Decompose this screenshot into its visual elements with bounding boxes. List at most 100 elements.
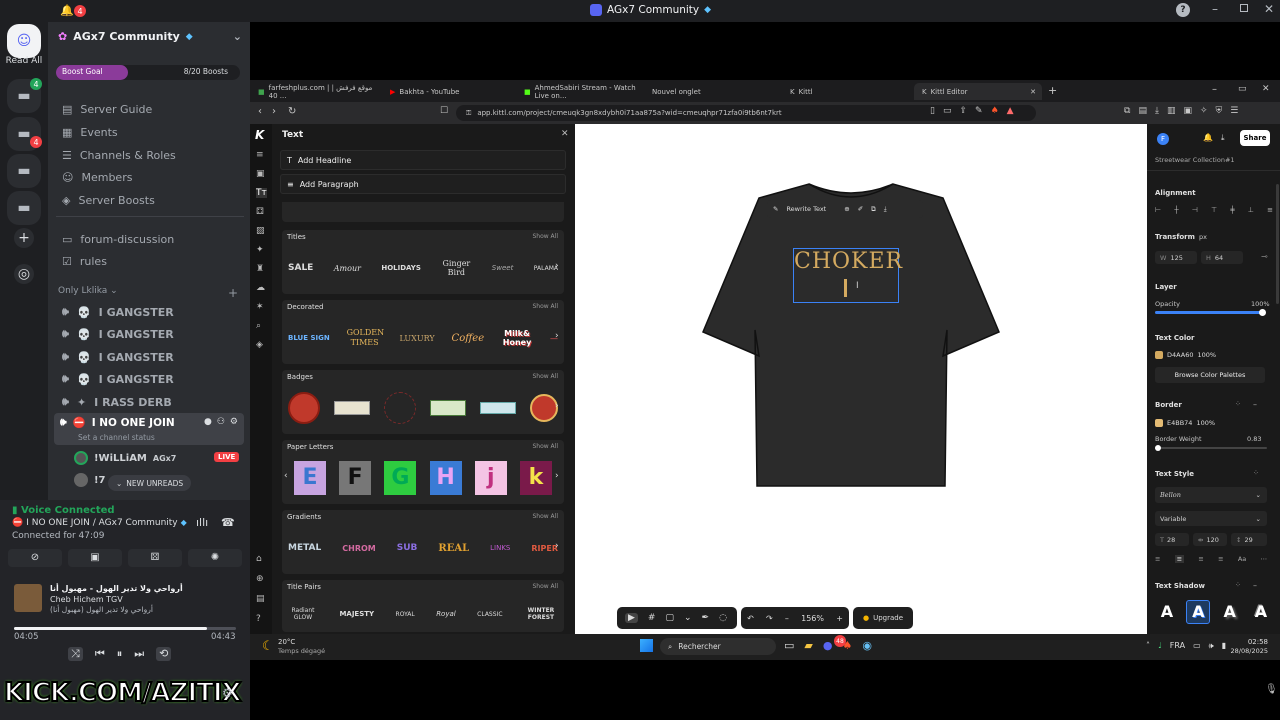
download-icon[interactable]: ⤓ bbox=[1221, 133, 1225, 143]
mockup-icon[interactable]: ♜ bbox=[256, 264, 267, 274]
add-headline-button[interactable]: T Add Headline bbox=[280, 150, 566, 170]
show-all-link[interactable]: Show All bbox=[532, 443, 558, 450]
line-height-field[interactable]: ↕ 29 bbox=[1231, 533, 1267, 546]
category-header[interactable]: Only Lklika ⌄ + bbox=[58, 286, 238, 300]
mic-icon[interactable]: 🎙 bbox=[1265, 684, 1278, 695]
border-weight-handle[interactable] bbox=[1155, 445, 1161, 451]
height-field[interactable]: H 64 bbox=[1201, 251, 1243, 264]
text-tool-icon[interactable]: Tт bbox=[256, 188, 267, 198]
browser-tab[interactable]: K Kittl bbox=[782, 83, 910, 100]
font-weight-select[interactable]: Variable ⌄ bbox=[1155, 511, 1267, 526]
language-indicator[interactable]: FRA bbox=[1170, 641, 1185, 651]
boost-goal-bar[interactable]: Boost Goal 8/20 Boosts bbox=[56, 65, 240, 80]
pen-icon[interactable]: ✒ bbox=[702, 613, 710, 623]
search-icon[interactable]: ⌕ bbox=[256, 321, 267, 331]
wallet-icon[interactable]: ▣ bbox=[1183, 106, 1192, 116]
align-center-icon[interactable]: ┼ bbox=[1174, 206, 1178, 214]
nav-server-guide[interactable]: ▤ Server Guide bbox=[56, 99, 244, 119]
volume-icon[interactable]: 🕪 bbox=[1209, 641, 1214, 651]
clock-date[interactable]: 28/08/2025 bbox=[1218, 647, 1268, 655]
text-align-left-icon[interactable]: ≡ bbox=[1155, 555, 1160, 563]
shuffle-icon[interactable]: ⤨ bbox=[68, 647, 83, 661]
learn-icon[interactable]: ⌂ bbox=[256, 554, 265, 564]
voice-channel[interactable]: 🕪 💀 I GANGSTER bbox=[56, 347, 244, 367]
template-thumb[interactable]: LUXURY bbox=[400, 334, 435, 343]
letter-thumb[interactable]: E bbox=[294, 461, 326, 495]
chevron-right-icon[interactable]: › bbox=[555, 471, 559, 481]
plus-icon[interactable]: ⊕ bbox=[256, 574, 265, 584]
voice-channel[interactable]: 🕪 💀 I GANGSTER bbox=[56, 369, 244, 389]
comment-icon[interactable]: ◌ bbox=[719, 613, 727, 623]
bookmark-icon[interactable]: ☐ bbox=[440, 106, 448, 116]
badge-gold-seal-icon[interactable] bbox=[530, 394, 558, 422]
badge-ribbon-icon[interactable] bbox=[480, 402, 516, 414]
previous-icon[interactable]: ⏮ bbox=[95, 647, 105, 661]
server-header[interactable]: ✿ AGx7 Community ◆ ⌄ bbox=[58, 30, 242, 43]
chevron-down-icon[interactable]: ⌄ bbox=[684, 613, 692, 623]
template-thumb[interactable]: Coffee bbox=[452, 333, 485, 344]
menu-icon[interactable]: ☰ bbox=[1230, 106, 1238, 116]
browser-tab[interactable]: Nouvel onglet bbox=[644, 83, 772, 100]
next-icon[interactable]: ⏭ bbox=[134, 647, 144, 661]
align-top-icon[interactable]: ⊤ bbox=[1211, 206, 1217, 214]
template-thumb[interactable]: Ginger Bird bbox=[441, 259, 471, 277]
upgrade-button[interactable]: ● Upgrade bbox=[853, 607, 913, 629]
brand-icon[interactable]: ✶ bbox=[256, 302, 267, 312]
remove-icon[interactable]: – bbox=[1253, 400, 1257, 409]
new-unreads-pill[interactable]: ⌄ NEW UNREADS bbox=[108, 475, 192, 491]
border-weight-value[interactable]: 0.83 bbox=[1247, 435, 1261, 443]
steam-icon[interactable]: ◉ bbox=[862, 639, 872, 652]
templates-icon[interactable]: ▣ bbox=[256, 169, 267, 179]
opacity-slider-handle[interactable] bbox=[1259, 309, 1266, 316]
download-icon[interactable]: ⤓ bbox=[884, 205, 887, 214]
template-thumb[interactable]: SALE bbox=[288, 263, 313, 273]
channel-status[interactable]: Set a channel status bbox=[78, 433, 155, 442]
back-icon[interactable]: ‹ bbox=[258, 106, 262, 117]
redo-icon[interactable]: ↷ bbox=[766, 614, 773, 623]
nav-events[interactable]: ▦ Events bbox=[56, 122, 244, 142]
shadow-preset-soft[interactable]: A bbox=[1218, 600, 1242, 624]
align-bottom-icon[interactable]: ⊥ bbox=[1248, 206, 1254, 214]
show-all-link[interactable]: Show All bbox=[532, 303, 558, 310]
voice-user[interactable]: !7 bbox=[74, 471, 106, 489]
chevron-left-icon[interactable]: ‹ bbox=[284, 471, 288, 481]
template-thumb[interactable]: Amour bbox=[334, 264, 361, 273]
template-thumb[interactable]: Sweet bbox=[492, 264, 514, 272]
gear-icon[interactable]: ⚙ bbox=[222, 686, 233, 700]
canvas-headline[interactable]: CHOKER bbox=[794, 249, 902, 275]
noise-icon[interactable]: ıllı bbox=[196, 516, 208, 529]
text-align-right-icon[interactable]: ≡ bbox=[1198, 555, 1203, 563]
ai-icon[interactable]: ✦ bbox=[256, 245, 267, 255]
repeat-icon[interactable]: ⟲ bbox=[156, 647, 172, 661]
new-tab-icon[interactable]: + bbox=[1048, 84, 1057, 97]
zoom-out-icon[interactable]: – bbox=[785, 614, 789, 623]
chevron-up-icon[interactable]: ˄ bbox=[1146, 641, 1150, 651]
show-all-link[interactable]: Show All bbox=[532, 233, 558, 240]
badge-ring-icon[interactable] bbox=[384, 392, 416, 424]
shadow-preset-selected[interactable]: A bbox=[1186, 600, 1211, 624]
layers-icon[interactable]: ◈ bbox=[256, 340, 267, 350]
minimize-icon[interactable]: – bbox=[1212, 2, 1218, 16]
badge-label-icon[interactable] bbox=[334, 401, 370, 415]
rewards-icon[interactable]: ▲ bbox=[1007, 106, 1014, 116]
opacity-slider[interactable] bbox=[1155, 311, 1263, 314]
border-weight-slider[interactable] bbox=[1155, 447, 1267, 449]
template-thumb[interactable]: BLUE SIGN bbox=[288, 334, 330, 342]
reload-icon[interactable]: ↻ bbox=[288, 106, 296, 117]
disconnect-icon[interactable]: ☎ bbox=[221, 516, 235, 529]
pair-thumb[interactable]: CLASSIC bbox=[477, 611, 502, 618]
minimize-icon[interactable]: – bbox=[1212, 84, 1217, 95]
share-button[interactable]: Share bbox=[1240, 130, 1270, 146]
close-icon[interactable]: ✕ bbox=[1262, 84, 1270, 94]
drag-icon[interactable]: ⁘ bbox=[1235, 581, 1241, 589]
mic-icon[interactable]: ♩ bbox=[1158, 641, 1162, 651]
add-channel-icon[interactable]: + bbox=[228, 286, 238, 300]
align-right-icon[interactable]: ⊣ bbox=[1192, 206, 1198, 214]
share-icon[interactable]: ⇪ bbox=[959, 106, 967, 116]
project-name[interactable]: Streetwear Collection#1 bbox=[1155, 156, 1271, 164]
maximize-icon[interactable]: ▭ bbox=[1238, 84, 1247, 94]
shape-icon[interactable]: ▢ bbox=[665, 613, 674, 623]
taskbar-search[interactable]: ⌕ Rechercher bbox=[660, 638, 776, 655]
voice-user[interactable]: !WiLLiAM AGx7 bbox=[74, 449, 176, 467]
browser-tab[interactable]: ■ AhmedSabiri Stream - Watch Live on... bbox=[516, 83, 644, 100]
